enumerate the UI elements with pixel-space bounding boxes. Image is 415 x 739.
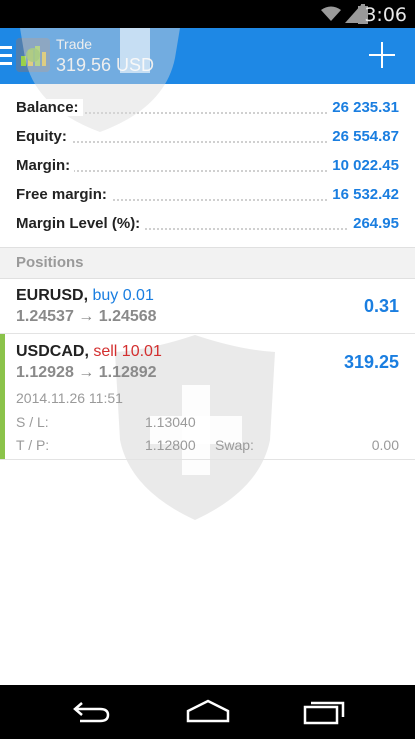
position-prices: 1.24537 → 1.24568: [16, 308, 157, 325]
position-row[interactable]: EURUSD, buy 0.01 1.24537 → 1.24568 0.31: [0, 278, 415, 334]
margin-level-label: Margin Level (%):: [16, 215, 145, 232]
account-summary: Balance: 26 235.31 Equity: 26 554.87 Mar…: [0, 94, 415, 239]
equity-value: 26 554.87: [328, 128, 399, 145]
swap-label: Swap:: [215, 437, 254, 453]
wifi-icon: [321, 6, 341, 21]
position-symbol: EURUSD, buy 0.01: [16, 287, 154, 305]
free-margin-value: 16 532.42: [328, 186, 399, 203]
tp-value: 1.12800: [145, 437, 196, 453]
sl-label: S / L:: [16, 414, 49, 430]
balance-label: Balance:: [16, 99, 83, 116]
open-time: 2014.11.26 11:51: [16, 390, 123, 406]
margin-level-value: 264.95: [349, 215, 399, 232]
position-row-expanded[interactable]: USDCAD, sell 10.01 1.12928 → 1.12892 319…: [0, 334, 415, 460]
position-profit: 319.25: [343, 352, 399, 372]
status-bar: 3:06: [0, 0, 415, 28]
summary-row-free-margin: Free margin: 16 532.42: [0, 181, 415, 210]
symbol-text: EURUSD,: [16, 287, 89, 304]
positions-header-label: Positions: [16, 254, 84, 271]
margin-value: 10 022.45: [328, 157, 399, 174]
menu-icon[interactable]: [0, 46, 12, 66]
app-logo-icon[interactable]: [16, 38, 50, 72]
app-bar-subtitle: 319.56 USD: [56, 55, 155, 75]
margin-label: Margin:: [16, 157, 75, 174]
selected-accent-bar: [0, 334, 5, 459]
free-margin-label: Free margin:: [16, 186, 111, 203]
system-nav-bar: [0, 685, 415, 739]
balance-value: 26 235.31: [328, 99, 399, 116]
position-prices: 1.12928 → 1.12892: [16, 364, 157, 381]
summary-row-margin-level: Margin Level (%): 264.95: [0, 210, 415, 239]
add-icon[interactable]: [369, 42, 395, 68]
position-type: sell 10.01: [93, 343, 162, 360]
home-icon[interactable]: [186, 699, 230, 723]
recents-icon[interactable]: [303, 699, 345, 725]
app-bar-title: Trade: [56, 36, 93, 52]
summary-row-balance: Balance: 26 235.31: [0, 94, 415, 123]
back-icon[interactable]: [72, 699, 112, 723]
summary-row-equity: Equity: 26 554.87: [0, 123, 415, 152]
position-symbol: USDCAD, sell 10.01: [16, 343, 162, 361]
positions-header: Positions: [0, 247, 415, 279]
sl-value: 1.13040: [145, 414, 196, 430]
app-bar: Trade 319.56 USD: [0, 28, 415, 84]
symbol-text: USDCAD,: [16, 343, 89, 360]
tp-label: T / P:: [16, 437, 50, 453]
summary-row-margin: Margin: 10 022.45: [0, 152, 415, 181]
swap-value: 0.00: [371, 437, 399, 453]
position-profit: 0.31: [363, 296, 399, 316]
equity-label: Equity:: [16, 128, 71, 145]
clock: 3:06: [364, 4, 407, 26]
position-type: buy 0.01: [92, 287, 154, 304]
